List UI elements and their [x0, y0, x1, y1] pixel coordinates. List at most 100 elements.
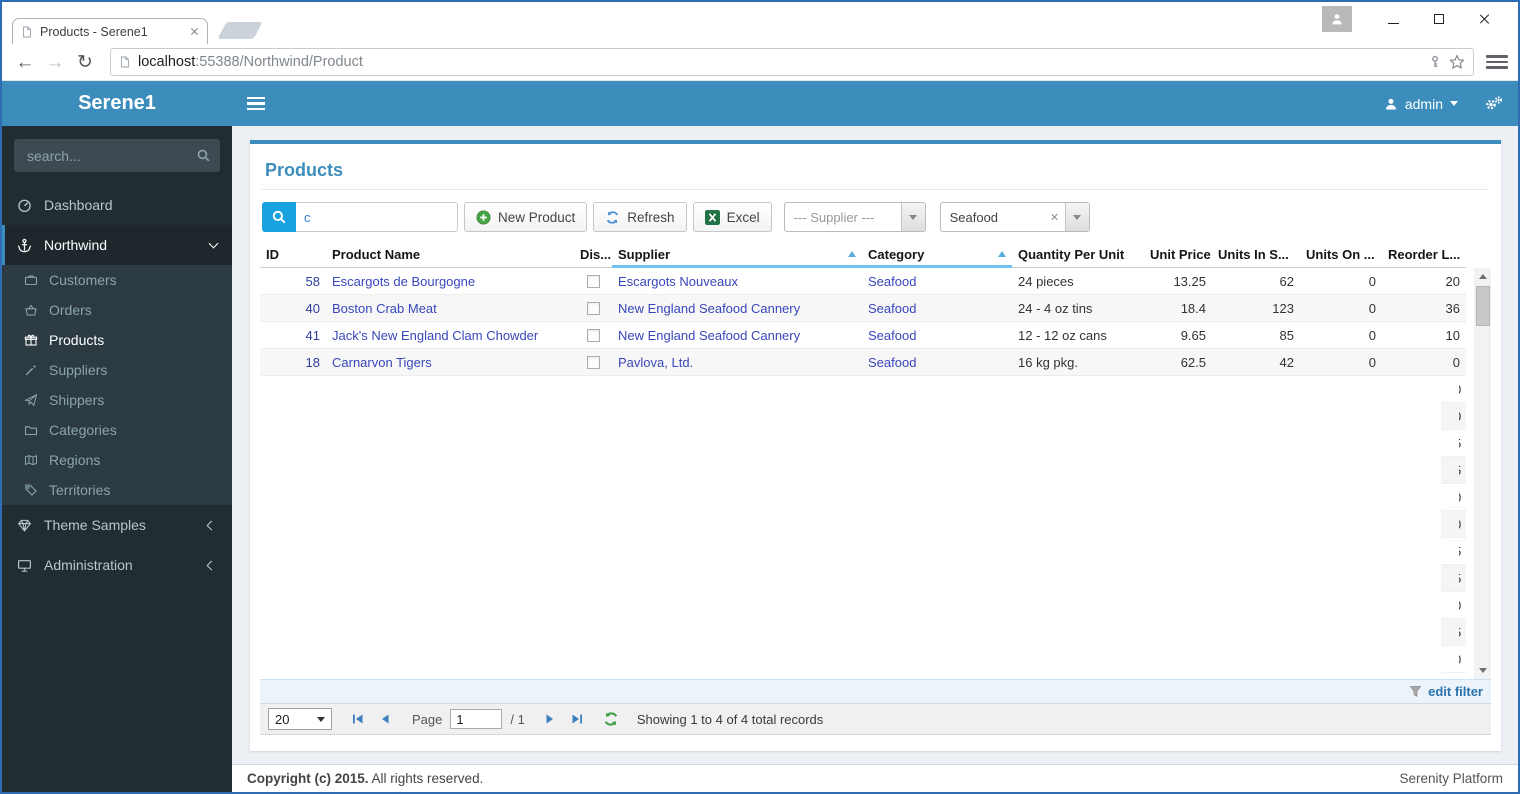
table-row[interactable]: 41 Jack's New England Clam Chowder New E… — [260, 322, 1466, 349]
maximize-button[interactable] — [1416, 6, 1462, 32]
browser-profile-button[interactable] — [1322, 6, 1352, 32]
category-filter-select[interactable]: Seafood — [939, 202, 1090, 232]
column-header-unit-price[interactable]: Unit Price — [1144, 242, 1212, 268]
table-row[interactable]: 58 Escargots de Bourgogne Escargots Nouv… — [260, 268, 1466, 295]
plus-circle-icon — [476, 210, 491, 224]
page-title: Products — [265, 160, 344, 180]
cell-supplier-link[interactable]: New England Seafood Cannery — [612, 301, 862, 316]
first-page-button[interactable] — [348, 713, 366, 725]
cell-product-name-link[interactable]: Carnarvon Tigers — [326, 355, 574, 370]
discontinued-checkbox[interactable] — [586, 274, 600, 288]
cell-supplier-link[interactable]: New England Seafood Cannery — [612, 328, 862, 343]
address-bar[interactable]: localhost:55388/Northwind/Product — [110, 48, 1474, 76]
column-header-reorder-level[interactable]: Reorder L... — [1382, 242, 1466, 268]
column-header-product-name[interactable]: Product Name — [326, 242, 574, 268]
cell-quantity-per-unit: 24 pieces — [1018, 273, 1074, 289]
sidebar-toggle-button[interactable] — [247, 96, 265, 111]
cell-category-link[interactable]: Seafood — [862, 301, 1012, 316]
platform-label: Serenity Platform — [1399, 771, 1503, 786]
quick-search-input[interactable] — [296, 202, 458, 232]
vertical-scrollbar[interactable] — [1474, 268, 1491, 679]
column-header-category[interactable]: Category — [862, 242, 1012, 268]
dropdown-arrow-icon[interactable] — [1064, 203, 1089, 231]
sidebar-item-orders[interactable]: Orders — [2, 295, 232, 325]
discontinued-checkbox[interactable] — [586, 328, 600, 342]
sidebar-item-regions[interactable]: Regions — [2, 445, 232, 475]
sidebar-item-territories[interactable]: Territories — [2, 475, 232, 505]
next-page-button[interactable] — [541, 713, 559, 725]
key-icon[interactable] — [1428, 55, 1442, 69]
cell-category-link[interactable]: Seafood — [862, 274, 1012, 289]
browser-menu-button[interactable] — [1486, 55, 1508, 69]
column-header-supplier[interactable]: Supplier — [612, 242, 862, 268]
back-button[interactable]: ← — [12, 53, 38, 72]
pager-refresh-icon[interactable] — [603, 711, 619, 727]
column-header-units-in-stock[interactable]: Units In S... — [1212, 242, 1300, 268]
forward-button[interactable]: → — [42, 53, 68, 72]
content-area: Products New Product — [232, 126, 1518, 764]
prev-page-button[interactable] — [376, 713, 394, 725]
sidebar-item-dashboard[interactable]: Dashboard — [2, 185, 232, 225]
sidebar-item-theme-samples[interactable]: Theme Samples — [2, 505, 232, 545]
cell-category-link[interactable]: Seafood — [862, 355, 1012, 370]
page-total: / 1 — [510, 711, 525, 727]
select-caret-icon — [317, 716, 325, 722]
refresh-button[interactable]: Refresh — [593, 202, 687, 232]
cell-supplier-link[interactable]: Escargots Nouveaux — [612, 274, 862, 289]
minimize-button[interactable] — [1370, 6, 1416, 32]
column-header-units-on-order[interactable]: Units On ... — [1300, 242, 1382, 268]
tab-close-icon[interactable] — [190, 27, 199, 36]
page-size-select[interactable]: 20 — [268, 708, 332, 730]
excel-icon — [704, 209, 720, 225]
brand-logo[interactable]: Serene1 — [2, 81, 232, 126]
supplier-filter-select[interactable]: --- Supplier --- — [783, 202, 926, 232]
clear-filter-icon[interactable] — [1051, 213, 1059, 221]
dropdown-arrow-icon[interactable] — [900, 203, 925, 231]
cell-category-link[interactable]: Seafood — [862, 328, 1012, 343]
table-row[interactable]: 40 Boston Crab Meat New England Seafood … — [260, 295, 1466, 322]
reload-button[interactable]: ↻ — [72, 53, 98, 72]
sidebar-item-administration[interactable]: Administration — [2, 545, 232, 585]
browser-toolbar: ← → ↻ localhost:55388/Northwind/Product — [2, 44, 1518, 81]
column-header-discontinued[interactable]: Dis... — [574, 242, 612, 268]
discontinued-checkbox[interactable] — [586, 355, 600, 369]
scroll-down-arrow[interactable] — [1474, 662, 1491, 679]
cell-product-name-link[interactable]: Boston Crab Meat — [326, 301, 574, 316]
cell-product-name-link[interactable]: Jack's New England Clam Chowder — [326, 328, 574, 343]
products-grid: ID Product Name Dis... Supplier Category… — [260, 242, 1491, 743]
edit-filter-link[interactable]: edit filter — [1428, 684, 1483, 699]
new-tab-button[interactable] — [217, 22, 263, 39]
cell-units-on-order: 0 — [1368, 327, 1376, 343]
cell-units-in-stock: 62 — [1279, 273, 1294, 289]
settings-gears-icon[interactable] — [1484, 95, 1503, 112]
browser-tab[interactable]: Products - Serene1 — [12, 18, 208, 44]
sidebar-item-shippers[interactable]: Shippers — [2, 385, 232, 415]
table-row[interactable]: 18 Carnarvon Tigers Pavlova, Ltd. Seafoo… — [260, 349, 1466, 376]
sidebar-item-label: Territories — [49, 482, 111, 498]
user-menu[interactable]: admin — [1384, 96, 1458, 112]
quick-search-button[interactable] — [262, 202, 296, 232]
sidebar-item-suppliers[interactable]: Suppliers — [2, 355, 232, 385]
sidebar-search-input[interactable] — [14, 139, 220, 172]
bookmark-star-icon[interactable] — [1449, 54, 1465, 70]
page-number-input[interactable] — [450, 709, 503, 729]
cell-product-name-link[interactable]: Escargots de Bourgogne — [326, 274, 574, 289]
scroll-up-arrow[interactable] — [1474, 268, 1491, 285]
cell-unit-price: 9.65 — [1180, 327, 1206, 343]
sidebar-item-categories[interactable]: Categories — [2, 415, 232, 445]
new-product-button[interactable]: New Product — [464, 202, 588, 232]
caret-down-icon — [1450, 101, 1458, 106]
last-page-button[interactable] — [569, 713, 587, 725]
column-header-quantity-per-unit[interactable]: Quantity Per Unit — [1012, 242, 1144, 268]
cell-supplier-link[interactable]: Pavlova, Ltd. — [612, 355, 862, 370]
column-header-id[interactable]: ID — [260, 242, 326, 268]
discontinued-checkbox[interactable] — [586, 301, 600, 315]
sidebar-item-products[interactable]: Products — [2, 325, 232, 355]
sidebar-item-northwind[interactable]: Northwind — [2, 225, 232, 265]
close-button[interactable] — [1462, 6, 1508, 32]
excel-button[interactable]: Excel — [692, 202, 772, 232]
cell-units-on-order: 0 — [1368, 354, 1376, 370]
sidebar-item-customers[interactable]: Customers — [2, 265, 232, 295]
scrollbar-thumb[interactable] — [1475, 286, 1490, 326]
search-icon[interactable] — [196, 148, 211, 163]
